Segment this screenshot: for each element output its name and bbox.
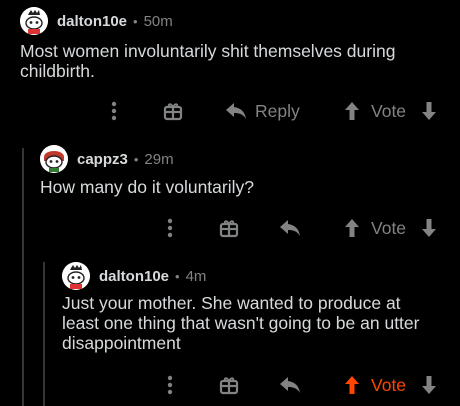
vote-count: Vote: [371, 370, 406, 400]
reply-button[interactable]: [279, 213, 301, 243]
more-vertical-icon: [167, 218, 173, 238]
more-vertical-icon: [111, 101, 117, 121]
more-options-button[interactable]: [160, 213, 180, 243]
downvote-arrow-icon: [422, 219, 436, 237]
more-vertical-icon: [167, 375, 173, 395]
comment-body: How many do it voluntarily?: [40, 177, 254, 197]
username[interactable]: dalton10e: [57, 13, 127, 30]
avatar[interactable]: [40, 145, 68, 173]
vote-count: Vote: [371, 213, 406, 243]
comment-age: 4m: [185, 267, 207, 285]
separator-dot: •: [133, 151, 139, 167]
vote-label: Vote: [371, 374, 407, 395]
reply-label: Reply: [255, 100, 300, 121]
vote-label: Vote: [371, 217, 407, 238]
comment-header: dalton10e • 50m: [20, 7, 173, 35]
award-button[interactable]: [219, 213, 239, 243]
reply-arrow-icon: [280, 220, 300, 236]
upvote-arrow-icon: [345, 219, 359, 237]
reply-button[interactable]: [279, 370, 301, 400]
snoo-avatar-icon: [20, 7, 48, 35]
avatar[interactable]: [20, 7, 48, 35]
comment-header: dalton10e • 4m: [62, 262, 206, 290]
more-options-button[interactable]: [104, 96, 124, 126]
gift-icon: [163, 103, 183, 121]
reply-button[interactable]: Reply: [225, 96, 300, 126]
comment-1: dalton10e • 50m Most women involuntarily…: [0, 0, 460, 135]
downvote-button[interactable]: [421, 213, 437, 243]
username[interactable]: cappz3: [77, 151, 128, 168]
downvote-button[interactable]: [421, 370, 437, 400]
downvote-arrow-icon: [422, 376, 436, 394]
comment-actions: Vote: [0, 213, 460, 243]
upvote-arrow-icon: [345, 102, 359, 120]
more-options-button[interactable]: [160, 370, 180, 400]
comment-actions: Reply Vote: [0, 96, 460, 126]
comment-actions: Vote: [0, 370, 460, 400]
comment-body: Just your mother. She wanted to produce …: [62, 293, 420, 353]
gift-icon: [219, 377, 239, 395]
separator-dot: •: [175, 268, 180, 284]
avatar[interactable]: [62, 262, 90, 290]
gift-icon: [219, 220, 239, 238]
vote-count: Vote: [371, 96, 406, 126]
downvote-button[interactable]: [421, 96, 437, 126]
comment-2: cappz3 • 29m How many do it voluntarily?: [0, 140, 460, 255]
comment-age: 29m: [144, 150, 174, 168]
vote-label: Vote: [371, 100, 407, 121]
comment-body: Most women involuntarily shit themselves…: [20, 41, 396, 81]
comment-3: dalton10e • 4m Just your mother. She wan…: [0, 258, 460, 406]
upvote-arrow-icon: [345, 376, 359, 394]
comment-age: 50m: [143, 12, 173, 30]
snoo-avatar-icon: [40, 145, 68, 173]
upvote-button[interactable]: [344, 213, 360, 243]
comment-header: cappz3 • 29m: [40, 145, 174, 173]
reply-arrow-icon: [226, 103, 246, 119]
upvote-button[interactable]: [344, 96, 360, 126]
separator-dot: •: [133, 13, 138, 29]
downvote-arrow-icon: [422, 102, 436, 120]
award-button[interactable]: [163, 96, 183, 126]
snoo-avatar-icon: [62, 262, 90, 290]
award-button[interactable]: [219, 370, 239, 400]
reply-arrow-icon: [280, 377, 300, 393]
upvote-button[interactable]: [344, 370, 360, 400]
username[interactable]: dalton10e: [99, 268, 169, 285]
